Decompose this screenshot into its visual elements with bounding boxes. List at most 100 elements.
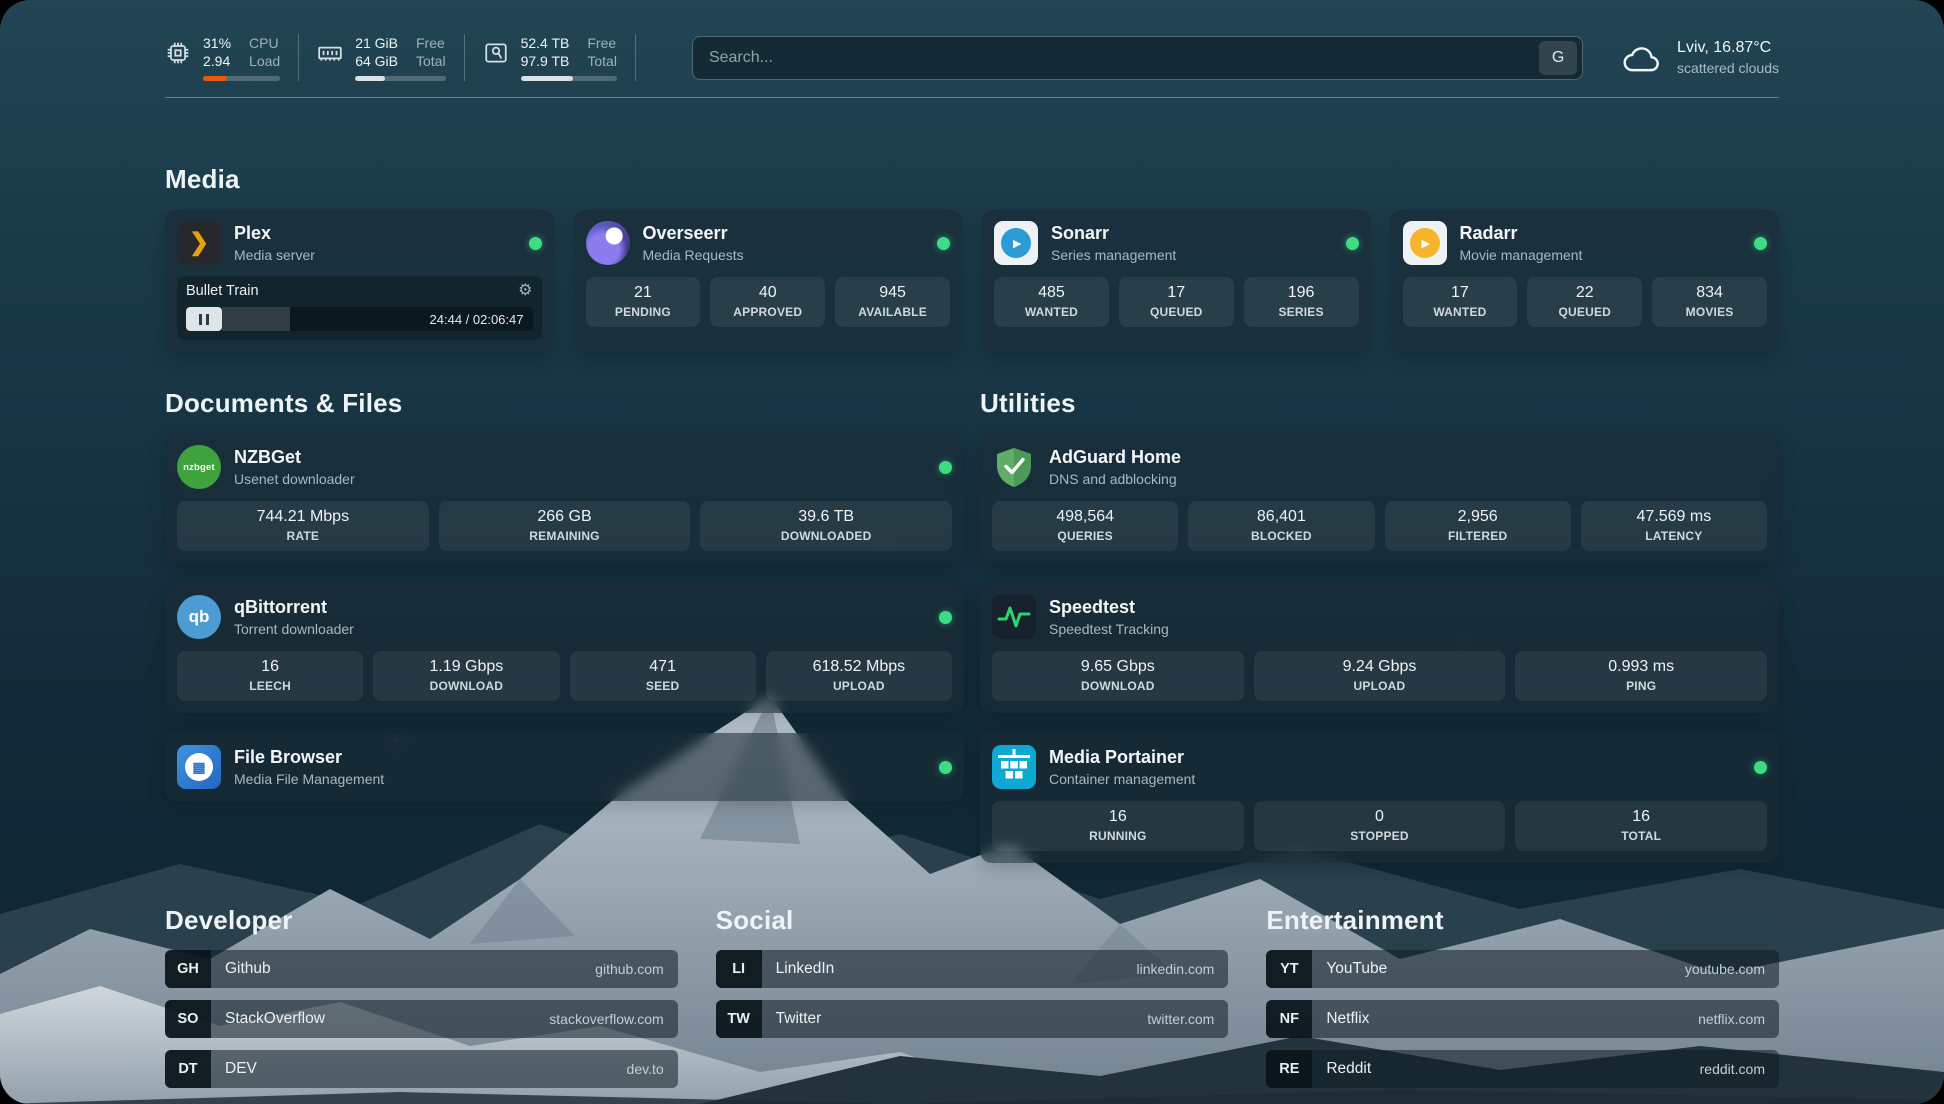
portainer-crane-icon: [992, 745, 1036, 789]
topbar-divider: [165, 97, 1779, 98]
radarr-icon: ▸: [1403, 221, 1447, 265]
bookmark-name: Reddit: [1326, 1060, 1371, 1078]
app-name: Radarr: [1460, 223, 1583, 244]
dashboard-content: 31% 2.94 CPU Load: [0, 0, 1944, 1104]
stat-wanted: 17 WANTED: [1403, 277, 1518, 327]
app-link-nzbget[interactable]: nzbget NZBGet Usenet downloader: [177, 445, 952, 489]
disk-icon: [483, 40, 509, 66]
app-subtitle: Speedtest Tracking: [1049, 621, 1169, 637]
bookmark-name: Github: [225, 960, 271, 978]
gear-icon[interactable]: ⚙: [518, 283, 532, 299]
topbar: 31% 2.94 CPU Load: [165, 34, 1779, 81]
pause-icon[interactable]: [186, 307, 222, 331]
cpu-icon: [165, 40, 191, 66]
bookmark-stackoverflow[interactable]: SO StackOverflow stackoverflow.com: [165, 1000, 678, 1038]
bookmark-badge: NF: [1266, 1000, 1312, 1038]
bookmark-dev[interactable]: DT DEV dev.to: [165, 1050, 678, 1088]
cpu-label: CPU: [249, 34, 280, 52]
bookmark-badge: YT: [1266, 950, 1312, 988]
qbittorrent-icon: qb: [177, 595, 221, 639]
app-link-portainer[interactable]: Media Portainer Container management: [992, 745, 1767, 789]
section-documents: Documents & Files nzbget NZBGet Usenet d…: [165, 388, 964, 863]
section-social: Social LI LinkedIn linkedin.com TW Twitt…: [716, 905, 1229, 1088]
bookmark-url: netflix.com: [1698, 1011, 1765, 1027]
search-engine-button[interactable]: G: [1539, 41, 1577, 75]
card-nzbget: nzbget NZBGet Usenet downloader 744.21 M…: [165, 433, 964, 563]
nzbget-icon: nzbget: [177, 445, 221, 489]
app-name: Plex: [234, 223, 315, 244]
app-name: Media Portainer: [1049, 747, 1195, 768]
section-utilities: Utilities: [980, 388, 1779, 863]
app-subtitle: Torrent downloader: [234, 621, 354, 637]
app-link-adguard[interactable]: AdGuard Home DNS and adblocking: [992, 445, 1767, 489]
app-link-overseerr[interactable]: Overseerr Media Requests: [586, 221, 951, 265]
playback-progress-bar[interactable]: 24:44 / 02:06:47: [186, 307, 533, 331]
cloud-icon: [1621, 41, 1663, 75]
stat-series: 196 SERIES: [1244, 277, 1359, 327]
ram-icon: [317, 40, 343, 66]
status-dot-online: [939, 461, 952, 474]
stat-queued: 17 QUEUED: [1119, 277, 1234, 327]
search-input[interactable]: [693, 49, 1539, 67]
app-name: Speedtest: [1049, 597, 1169, 618]
card-portainer: Media Portainer Container management 16 …: [980, 733, 1779, 863]
stat-upload: 9.24 Gbps UPLOAD: [1254, 651, 1506, 701]
stat-pending: 21 PENDING: [586, 277, 701, 327]
ram-total-label: Total: [416, 52, 446, 70]
weather-location: Lviv, 16.87°C: [1677, 37, 1779, 59]
media-section-title: Media: [165, 164, 1779, 195]
stat-rate: 744.21 Mbps RATE: [177, 501, 429, 551]
stat-latency: 47.569 ms LATENCY: [1581, 501, 1767, 551]
stat-running: 16 RUNNING: [992, 801, 1244, 851]
bookmark-reddit[interactable]: RE Reddit reddit.com: [1266, 1050, 1779, 1088]
bookmark-twitter[interactable]: TW Twitter twitter.com: [716, 1000, 1229, 1038]
stat-stopped: 0 STOPPED: [1254, 801, 1506, 851]
app-subtitle: Media Requests: [643, 247, 744, 263]
app-name: qBittorrent: [234, 597, 354, 618]
bookmark-youtube[interactable]: YT YouTube youtube.com: [1266, 950, 1779, 988]
entertainment-section-title: Entertainment: [1266, 905, 1779, 936]
stat-queries: 498,564 QUERIES: [992, 501, 1178, 551]
bookmark-url: dev.to: [627, 1061, 664, 1077]
developer-section-title: Developer: [165, 905, 678, 936]
ram-total-value: 64 GiB: [355, 52, 398, 70]
stat-approved: 40 APPROVED: [710, 277, 825, 327]
app-link-sonarr[interactable]: ▸ Sonarr Series management: [994, 221, 1359, 265]
app-name: Sonarr: [1051, 223, 1176, 244]
stat-queued: 22 QUEUED: [1527, 277, 1642, 327]
stats-row: 744.21 Mbps RATE 266 GB REMAINING 39.6 T…: [177, 501, 952, 551]
app-link-radarr[interactable]: ▸ Radarr Movie management: [1403, 221, 1768, 265]
disk-widget: 52.4 TB 97.9 TB Free Total: [483, 34, 636, 81]
stat-remaining: 266 GB REMAINING: [439, 501, 691, 551]
cpu-widget: 31% 2.94 CPU Load: [165, 34, 299, 81]
app-subtitle: DNS and adblocking: [1049, 471, 1181, 487]
filebrowser-icon: ▦: [177, 745, 221, 789]
stat-ping: 0.993 ms PING: [1515, 651, 1767, 701]
app-link-speedtest[interactable]: Speedtest Speedtest Tracking: [992, 595, 1767, 639]
bookmark-name: Twitter: [776, 1010, 822, 1028]
stat-blocked: 86,401 BLOCKED: [1188, 501, 1374, 551]
bookmark-badge: GH: [165, 950, 211, 988]
app-link-filebrowser[interactable]: ▦ File Browser Media File Management: [177, 745, 952, 789]
ram-free-value: 21 GiB: [355, 34, 398, 52]
status-dot-online: [937, 237, 950, 250]
app-link-plex[interactable]: ❯ Plex Media server: [177, 221, 542, 265]
media-grid: ❯ Plex Media server Bullet Train ⚙: [165, 209, 1779, 352]
bookmark-netflix[interactable]: NF Netflix netflix.com: [1266, 1000, 1779, 1038]
utilities-section-title: Utilities: [980, 388, 1779, 419]
bookmark-name: StackOverflow: [225, 1010, 325, 1028]
bookmark-url: github.com: [595, 961, 663, 977]
card-sonarr: ▸ Sonarr Series management 485 WANTED: [982, 209, 1371, 352]
stats-row: 9.65 Gbps DOWNLOAD 9.24 Gbps UPLOAD 0.99…: [992, 651, 1767, 701]
bookmark-github[interactable]: GH Github github.com: [165, 950, 678, 988]
stat-downloaded: 39.6 TB DOWNLOADED: [700, 501, 952, 551]
section-entertainment: Entertainment YT YouTube youtube.com NF …: [1266, 905, 1779, 1088]
bookmark-linkedin[interactable]: LI LinkedIn linkedin.com: [716, 950, 1229, 988]
app-name: AdGuard Home: [1049, 447, 1181, 468]
app-link-qbittorrent[interactable]: qb qBittorrent Torrent downloader: [177, 595, 952, 639]
bookmark-url: youtube.com: [1685, 961, 1765, 977]
app-subtitle: Media server: [234, 247, 315, 263]
cpu-progress-track: [203, 76, 280, 81]
status-dot-online: [939, 611, 952, 624]
app-name: File Browser: [234, 747, 384, 768]
